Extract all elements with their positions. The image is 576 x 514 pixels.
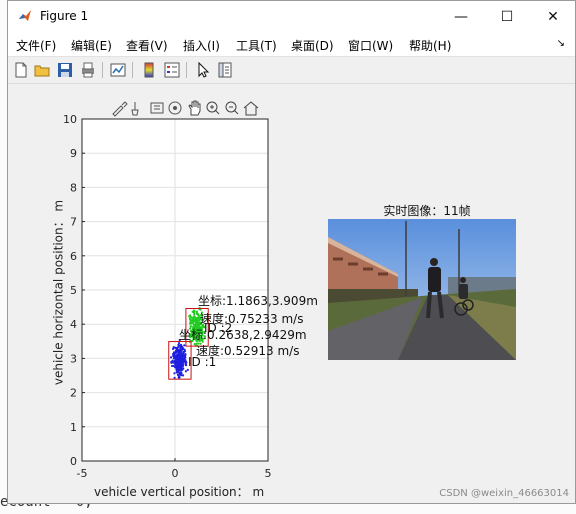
point-object-2 (180, 374, 183, 377)
point-object-2 (173, 376, 176, 379)
x-tick-label: -5 (77, 467, 88, 480)
point-object-1 (197, 324, 200, 327)
watermark: CSDN @weixin_46663014 (439, 488, 569, 499)
point-object-2 (185, 363, 188, 367)
y-tick-label: 3 (70, 352, 77, 365)
point-object-2 (176, 346, 180, 349)
point-object-2 (174, 358, 177, 361)
point-object-2 (179, 365, 182, 368)
point-object-2 (177, 369, 180, 372)
point-object-2 (175, 360, 178, 364)
point-object-2 (180, 369, 183, 372)
y-tick-label: 0 (70, 455, 77, 468)
point-object-1 (193, 324, 196, 327)
point-object-2 (172, 361, 175, 364)
point-object-1 (189, 321, 192, 325)
point-object-1 (195, 310, 198, 313)
object-annotation: ID :1 (188, 355, 216, 369)
point-object-2 (184, 355, 187, 359)
point-object-2 (181, 358, 184, 361)
point-object-1 (195, 318, 198, 321)
point-object-2 (177, 357, 181, 360)
point-object-2 (169, 356, 173, 359)
point-object-2 (176, 355, 179, 358)
point-object-2 (172, 354, 175, 358)
point-object-1 (191, 321, 194, 324)
y-tick-label: 7 (70, 216, 77, 229)
y-tick-label: 10 (63, 113, 77, 126)
point-object-1 (189, 324, 192, 328)
point-object-1 (193, 312, 196, 316)
point-object-1 (196, 322, 199, 326)
point-object-2 (172, 364, 175, 368)
point-object-2 (177, 341, 181, 345)
point-object-2 (182, 347, 185, 350)
point-object-2 (180, 355, 183, 359)
y-tick-label: 2 (70, 387, 77, 400)
point-object-1 (193, 310, 196, 313)
point-object-1 (196, 320, 199, 323)
point-object-1 (188, 317, 192, 320)
x-tick-label: 0 (172, 467, 179, 480)
object-annotation: 坐标:1.1863,3.909m (198, 294, 318, 308)
y-tick-label: 9 (70, 147, 77, 160)
point-object-1 (189, 319, 192, 323)
point-object-2 (177, 376, 180, 379)
point-object-2 (171, 347, 175, 351)
point-object-2 (181, 363, 184, 367)
point-object-2 (179, 346, 182, 349)
point-object-2 (184, 360, 187, 363)
x-axis-label: vehicle vertical position： m (94, 485, 265, 499)
point-object-2 (182, 351, 185, 354)
point-object-2 (184, 353, 187, 356)
point-object-2 (186, 368, 189, 371)
point-object-2 (184, 370, 187, 373)
point-object-2 (176, 350, 179, 353)
image-panel-title: 实时图像：11帧 (383, 204, 471, 218)
point-object-1 (191, 316, 195, 319)
y-tick-label: 4 (70, 318, 77, 331)
y-tick-label: 1 (70, 421, 77, 434)
point-object-2 (179, 349, 182, 352)
camera-frame-image (328, 219, 516, 360)
point-object-1 (193, 320, 197, 323)
point-object-2 (175, 364, 178, 367)
point-object-2 (173, 372, 176, 375)
x-tick-label: 5 (265, 467, 272, 480)
point-object-2 (178, 371, 181, 374)
y-tick-label: 8 (70, 181, 77, 194)
y-tick-label: 5 (70, 284, 77, 297)
point-object-2 (177, 362, 180, 365)
object-annotation: 坐标:0.2638,2.9429m (179, 328, 307, 342)
point-object-2 (174, 354, 177, 357)
y-axis-label: vehicle horizontal position： m (51, 199, 66, 386)
point-object-2 (183, 344, 186, 347)
figure-window: Figure 1 — ☐ ✕ 文件(F) 编辑(E) 查看(V) 插入(I) 工… (7, 0, 576, 504)
y-tick-label: 6 (70, 250, 77, 263)
